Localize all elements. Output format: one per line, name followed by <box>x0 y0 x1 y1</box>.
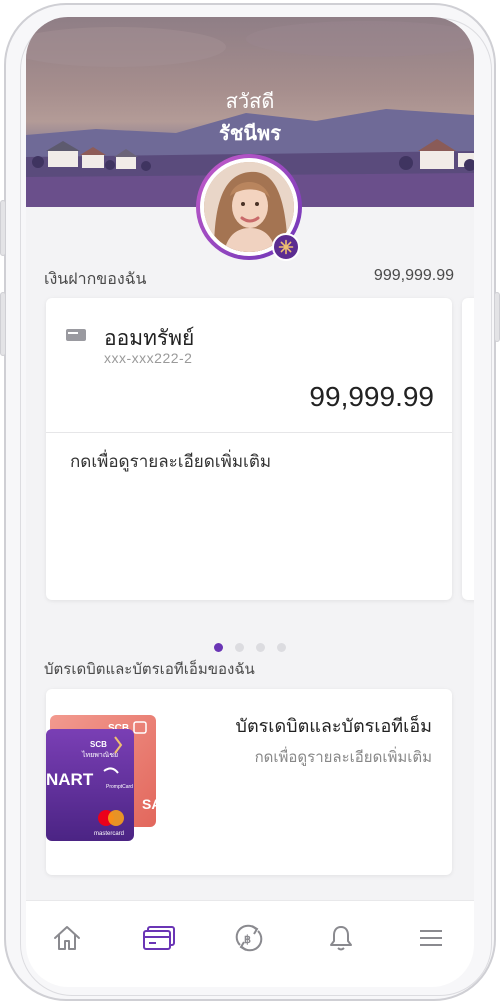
nav-notifications[interactable] <box>324 923 358 957</box>
app-screen: สวัสดี รัชนีพร เงินฝากของฉัน 999,999.99 … <box>26 17 474 987</box>
account-balance: 99,999.99 <box>309 381 434 412</box>
account-details-link[interactable]: กดเพื่อดูรายละเอียดเพิ่มเติม <box>70 448 271 475</box>
user-name: รัชนีพร <box>219 123 281 145</box>
deposit-total: 999,999.99 <box>373 267 454 284</box>
debit-card-details-link[interactable]: กดเพื่อดูรายละเอียดเพิ่มเติม <box>255 745 432 769</box>
card-icon <box>142 925 176 956</box>
nav-cards[interactable] <box>142 923 176 957</box>
account-pager <box>26 643 474 652</box>
card-front-network: mastercard <box>94 831 124 837</box>
pager-dot[interactable] <box>277 643 286 652</box>
svg-text:฿: ฿ <box>244 934 251 946</box>
phone-side-button <box>494 292 500 342</box>
profile-avatar-ring[interactable] <box>196 154 302 261</box>
menu-icon <box>418 927 444 954</box>
transfer-icon: ฿ <box>232 923 266 958</box>
pager-dot[interactable] <box>256 643 265 652</box>
pager-dot[interactable] <box>235 643 244 652</box>
debit-card-title: บัตรเดบิตและบัตรเอทีเอ็ม <box>235 716 432 736</box>
debit-card-panel[interactable]: SCB SA SCB ไทยพาณิชย์ NART PromptCard ma… <box>46 689 452 875</box>
debit-card-illustration: SCB SA SCB ไทยพาณิชย์ NART PromptCard ma… <box>46 715 161 841</box>
card-front-promptcard: PromptCard <box>106 784 133 790</box>
phone-side-button <box>0 292 6 356</box>
home-icon <box>52 924 82 957</box>
membership-badge-icon <box>272 233 300 261</box>
account-card[interactable]: ออมทรัพย์ xxx-xxx222-2 99,999.99 กดเพื่อ… <box>46 298 452 600</box>
bell-icon <box>328 924 354 957</box>
nav-home[interactable] <box>50 923 84 957</box>
card-front-bank-thai: ไทยพาณิชย์ <box>81 750 118 759</box>
next-account-card-peek[interactable] <box>462 298 474 600</box>
account-icon <box>66 328 86 347</box>
nav-menu[interactable] <box>414 923 448 957</box>
card-front-bank: SCB <box>90 740 107 749</box>
card-divider <box>46 432 452 433</box>
card-front-brand: NART <box>46 770 94 789</box>
card-back-network: SA <box>142 796 161 812</box>
greeting-text: สวัสดี <box>225 91 275 113</box>
nav-transfer[interactable]: ฿ <box>232 923 266 957</box>
pager-dot[interactable] <box>214 643 223 652</box>
account-number: xxx-xxx222-2 <box>104 350 193 366</box>
deposit-section-label: เงินฝากของฉัน <box>44 271 147 288</box>
cards-section-label: บัตรเดบิตและบัตรเอทีเอ็มของฉัน <box>44 661 255 678</box>
bottom-navigation: ฿ <box>26 900 474 987</box>
phone-side-button <box>0 200 6 256</box>
